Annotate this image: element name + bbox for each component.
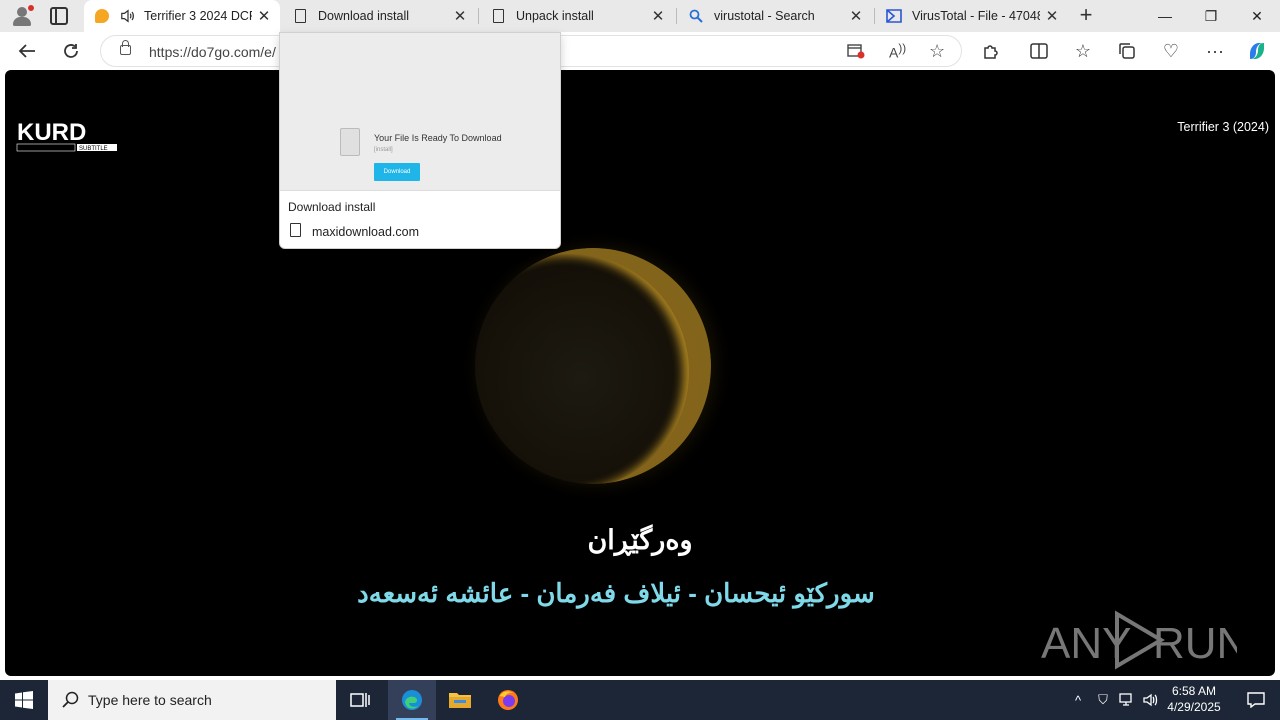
thumb-subtitle: [install] [374,147,393,153]
speaker-icon[interactable] [120,8,136,24]
preview-thumbnail: Your File Is Ready To Download [install]… [280,33,560,191]
security-icon[interactable]: ⛉ [1094,680,1112,720]
copilot-icon[interactable] [1242,37,1272,65]
edge-taskbar-app[interactable] [388,680,436,720]
svg-text:RUN: RUN [1153,619,1237,668]
tab-unpack-install[interactable]: Unpack install ✕ [480,0,674,32]
close-window-button[interactable]: ✕ [1234,0,1280,32]
zip-file-icon [340,128,360,156]
page-content: KURD SUBTITLE Terrifier 3 (2024) وەرگێڕا… [0,70,1280,680]
tab-title: Unpack install [516,9,594,23]
file-explorer-taskbar-app[interactable] [436,680,484,720]
close-tab-icon[interactable]: ✕ [1040,4,1064,28]
tab-separator [676,8,677,24]
search-icon [62,691,80,709]
search-placeholder: Type here to search [88,692,212,708]
new-tab-button[interactable]: + [1074,4,1098,28]
volume-icon[interactable] [1142,680,1160,720]
edge-icon [402,690,422,710]
taskbar-search[interactable]: Type here to search [48,680,336,720]
tab-separator [874,8,875,24]
tab-title: Download install [318,9,410,23]
subtitle-line-2: سورکێو ئیحسان - ئیلاف فەرمان - عائشە ئەس… [357,578,875,608]
tab-hover-preview: Your File Is Ready To Download [install]… [279,32,561,249]
close-tab-icon[interactable]: ✕ [844,4,868,28]
thumb-title: Your File Is Ready To Download [374,133,502,143]
clock-date: 4/29/2025 [1167,700,1221,714]
preview-title: Download install [288,200,376,214]
anyrun-watermark: ANY RUN [1041,610,1237,670]
tab-separator [478,8,479,24]
video-player[interactable]: KURD SUBTITLE Terrifier 3 (2024) وەرگێڕا… [5,70,1275,676]
blocked-popup-icon[interactable] [847,43,865,64]
start-button[interactable] [0,680,48,720]
folder-icon [449,693,471,708]
collections-icon[interactable] [1112,37,1142,65]
close-tab-icon[interactable]: ✕ [448,4,472,28]
windows-taskbar: Type here to search ^ ⛉ 6:58 AM 4/29/202… [0,680,1280,720]
page-icon [292,8,308,24]
search-icon [688,8,704,24]
svg-text:KURD: KURD [17,119,86,146]
favorites-icon[interactable]: ☆ [1068,37,1098,65]
close-tab-icon[interactable]: ✕ [252,4,276,28]
orange-circle-icon [94,8,110,24]
task-view-button[interactable] [336,680,384,720]
kurd-subtitle-logo: KURD SUBTITLE [16,119,117,152]
browser-toolbar: https://do7go.com/e/ A)) ☆ ☆ ♡ ··· [0,32,1280,70]
taskbar-clock[interactable]: 6:58 AM 4/29/2025 [1164,683,1224,715]
show-hidden-icons[interactable]: ^ [1068,680,1088,720]
subtitle-line-1: وەرگێڕان [587,525,693,555]
favorite-star-icon[interactable]: ☆ [929,41,945,62]
close-tab-icon[interactable]: ✕ [646,4,670,28]
tab-virustotal-search[interactable]: virustotal - Search ✕ [678,0,872,32]
windows-logo-icon [15,691,33,709]
page-icon [490,8,506,24]
firefox-taskbar-app[interactable] [484,680,532,720]
tab-title: Terrifier 3 2024 DCP [144,9,252,23]
tab-download-install[interactable]: Download install ✕ [282,0,476,32]
minimize-button[interactable]: — [1142,0,1188,32]
tab-actions-icon[interactable] [50,7,68,25]
split-screen-icon[interactable] [1024,37,1054,65]
restore-button[interactable]: ❐ [1188,0,1234,32]
thumb-download-button: Download [374,163,420,181]
read-aloud-icon[interactable]: A)) [889,42,906,61]
preview-host: maxidownload.com [312,225,419,239]
extensions-icon[interactable] [976,37,1006,65]
url-text: https://do7go.com/e/ [149,44,276,60]
moon-image [475,248,711,484]
tab-terrifier[interactable]: Terrifier 3 2024 DCP ✕ [84,0,280,32]
page-icon [290,223,301,237]
settings-more-icon[interactable]: ··· [1200,37,1230,65]
tab-title: VirusTotal - File - 470484 [912,9,1040,23]
profile-avatar[interactable] [8,4,36,28]
tab-strip: Terrifier 3 2024 DCP ✕ Download install … [0,0,1280,32]
notification-icon [1247,692,1265,708]
clock-time: 6:58 AM [1171,684,1217,698]
virustotal-icon [886,8,902,24]
refresh-button[interactable] [56,37,86,65]
video-title: Terrifier 3 (2024) [1177,120,1269,134]
lock-icon[interactable] [120,40,131,55]
network-icon[interactable] [1118,680,1136,720]
browser-essentials-icon[interactable]: ♡ [1156,37,1186,65]
tab-title: virustotal - Search [714,9,815,23]
firefox-icon [498,690,518,710]
tab-virustotal-file[interactable]: VirusTotal - File - 470484 ✕ [876,0,1068,32]
notification-center-button[interactable] [1236,680,1276,720]
svg-text:SUBTITLE: SUBTITLE [79,146,108,152]
back-button[interactable] [12,37,42,65]
